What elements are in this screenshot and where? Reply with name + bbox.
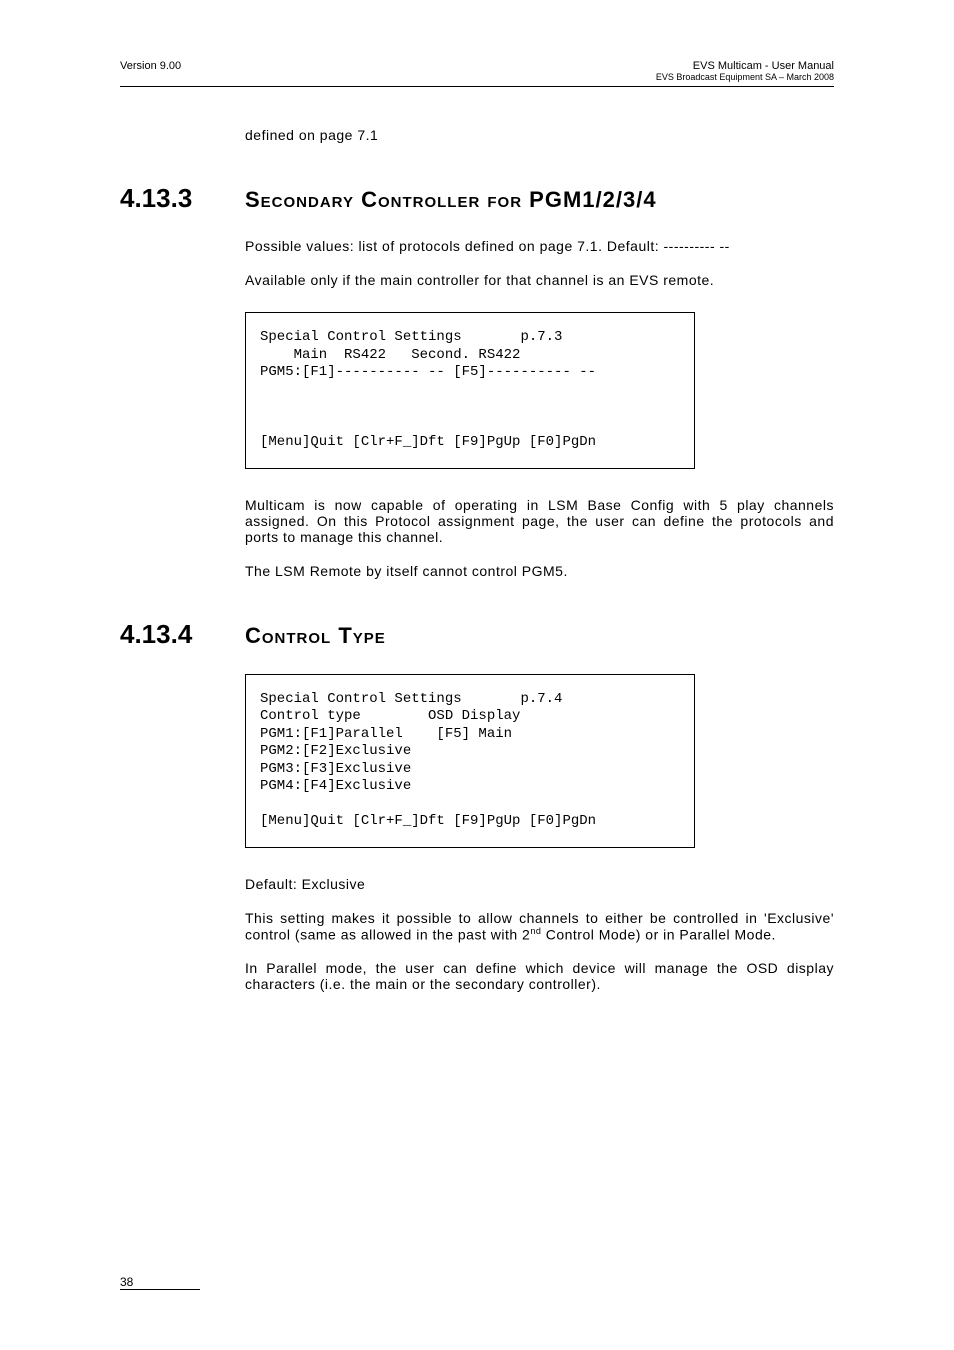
- code-block-p74: Special Control Settings p.7.4 Control t…: [245, 674, 695, 848]
- page-header: Version 9.00 EVS Multicam - User Manual …: [120, 60, 834, 87]
- header-subtitle: EVS Broadcast Equipment SA – March 2008: [656, 72, 834, 82]
- code-block-p73: Special Control Settings p.7.3 Main RS42…: [245, 312, 695, 469]
- section-number: 4.13.3: [120, 183, 245, 214]
- para-4-13-4-1: Default: Exclusive: [245, 876, 834, 892]
- footer-rule: [120, 1289, 200, 1290]
- header-version: Version 9.00: [120, 60, 181, 72]
- superscript-nd: nd: [530, 926, 541, 936]
- para-4-13-3-1: Possible values: list of protocols defin…: [245, 238, 834, 254]
- header-title: EVS Multicam - User Manual: [656, 60, 834, 72]
- page-footer: 38: [120, 1275, 834, 1290]
- para-4-13-3-4: The LSM Remote by itself cannot control …: [245, 563, 834, 579]
- para-4-13-4-2: This setting makes it possible to allow …: [245, 910, 834, 943]
- para-4-13-3-2: Available only if the main controller fo…: [245, 272, 834, 288]
- para-4-13-4-2b: Control Mode) or in Parallel Mode.: [541, 926, 776, 942]
- header-right: EVS Multicam - User Manual EVS Broadcast…: [656, 60, 834, 82]
- section-heading-4-13-3: 4.13.3 Secondary Controller for PGM1/2/3…: [120, 183, 834, 214]
- para-4-13-3-3: Multicam is now capable of operating in …: [245, 497, 834, 545]
- section-heading-4-13-4: 4.13.4 Control Type: [120, 619, 834, 650]
- section-title: Secondary Controller for PGM1/2/3/4: [245, 187, 657, 213]
- page-number: 38: [120, 1275, 834, 1289]
- continuation-text: defined on page 7.1: [245, 127, 834, 143]
- section-number: 4.13.4: [120, 619, 245, 650]
- para-4-13-4-3: In Parallel mode, the user can define wh…: [245, 960, 834, 992]
- section-title: Control Type: [245, 623, 386, 649]
- page: Version 9.00 EVS Multicam - User Manual …: [0, 0, 954, 1350]
